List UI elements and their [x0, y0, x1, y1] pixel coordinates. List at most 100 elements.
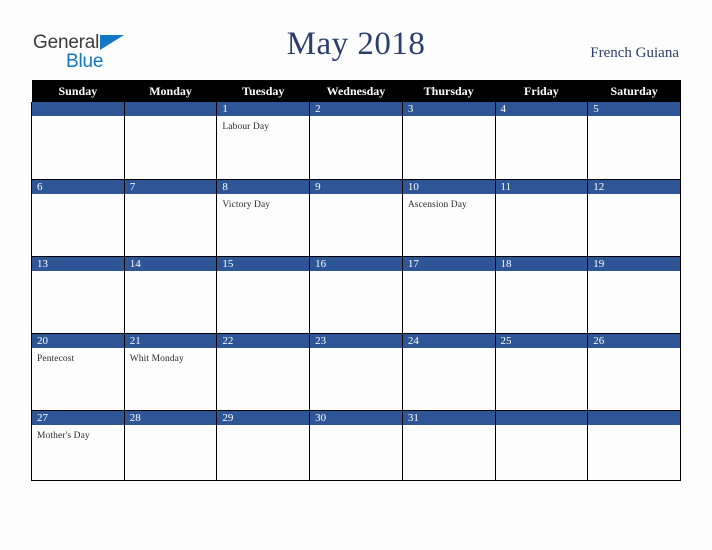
day-number: 20 [32, 333, 124, 348]
holiday-label: Ascension Day [407, 199, 467, 210]
calendar-day-cell[interactable]: 27 Mother's Day [31, 410, 125, 481]
weekday-header-monday: Monday [124, 80, 217, 102]
day-number: 14 [124, 256, 217, 271]
weekday-header-sunday: Sunday [31, 80, 125, 102]
day-cell-inner: 26 [588, 333, 680, 410]
day-cell-inner: 27 Mother's Day [32, 410, 124, 480]
day-cell-inner: 10 Ascension Day [402, 179, 495, 256]
day-number [588, 410, 680, 425]
calendar-day-cell[interactable]: 23 [309, 333, 403, 411]
day-number: 4 [495, 102, 588, 116]
calendar-day-cell[interactable]: 17 [401, 256, 496, 334]
calendar-day-cell[interactable]: 15 [216, 256, 311, 334]
day-cell-inner [588, 410, 680, 480]
calendar-day-cell[interactable]: 11 [494, 179, 589, 257]
calendar-day-cell[interactable]: 9 [309, 179, 403, 257]
calendar-day-cell[interactable]: 5 [587, 102, 681, 180]
holiday-label: Labour Day [222, 122, 270, 132]
calendar-day-cell[interactable]: 20 Pentecost [31, 333, 125, 411]
day-number: 13 [32, 256, 124, 271]
calendar-day-cell[interactable]: 22 [216, 333, 311, 411]
calendar-day-cell[interactable]: 26 [587, 333, 681, 411]
page-header: General Blue May 2018 French Guiana [0, 0, 712, 80]
calendar-day-cell[interactable]: 24 [401, 333, 496, 411]
calendar-day-cell[interactable]: 7 [123, 179, 218, 257]
day-number: 22 [217, 333, 310, 348]
calendar-day-cell[interactable]: 12 [587, 179, 681, 257]
day-cell-inner: 15 [217, 256, 310, 333]
calendar-empty-cell[interactable] [494, 410, 589, 481]
day-cell-inner: 2 [310, 102, 402, 179]
calendar-day-cell[interactable]: 2 [309, 102, 403, 180]
day-number: 16 [310, 256, 402, 271]
day-cell-inner: 30 [310, 410, 402, 480]
day-number [124, 102, 217, 116]
day-number: 27 [32, 410, 124, 425]
day-cell-inner [32, 102, 124, 179]
calendar-day-cell[interactable]: 16 [309, 256, 403, 334]
day-number: 18 [495, 256, 588, 271]
day-cell-inner: 24 [402, 333, 495, 410]
calendar-day-cell[interactable]: 10 Ascension Day [401, 179, 496, 257]
calendar-table: Sunday Monday Tuesday Wednesday Thursday Frid… [31, 80, 681, 481]
day-number: 2 [310, 102, 402, 116]
day-cell-inner: 31 [402, 410, 495, 480]
day-cell-inner: 25 [495, 333, 588, 410]
day-cell-inner: 11 [495, 179, 588, 256]
day-cell-inner: 4 [495, 102, 588, 179]
day-cell-inner: 20 Pentecost [32, 333, 124, 410]
day-cell-inner: 29 [217, 410, 310, 480]
holiday-label: Pentecost [37, 353, 75, 364]
day-number: 24 [402, 333, 495, 348]
day-number: 23 [310, 333, 402, 348]
day-number: 12 [588, 179, 680, 194]
weekday-header-saturday: Saturday [587, 80, 681, 102]
calendar-day-cell[interactable]: 30 [309, 410, 403, 481]
locale-label: French Guiana [590, 45, 679, 61]
calendar-day-cell[interactable]: 4 [494, 102, 589, 180]
calendar-empty-cell[interactable] [587, 410, 681, 481]
calendar-day-cell[interactable]: 19 [587, 256, 681, 334]
day-number: 3 [402, 102, 495, 116]
calendar-day-cell[interactable]: 28 [123, 410, 218, 481]
day-cell-inner: 5 [588, 102, 680, 179]
day-cell-inner: 12 [588, 179, 680, 256]
weekday-header-friday: Friday [495, 80, 588, 102]
calendar-day-cell[interactable]: 29 [216, 410, 311, 481]
day-cell-inner [124, 102, 217, 179]
day-number: 30 [310, 410, 402, 425]
holiday-label: Mother's Day [37, 430, 90, 441]
calendar-empty-cell[interactable] [31, 102, 125, 180]
calendar-day-cell[interactable]: 18 [494, 256, 589, 334]
day-cell-inner: 21 Whit Monday [124, 333, 217, 410]
day-number [495, 410, 588, 425]
day-number: 26 [588, 333, 680, 348]
calendar-day-cell[interactable]: 21 Whit Monday [123, 333, 218, 411]
day-cell-inner: 22 [217, 333, 310, 410]
day-number: 25 [495, 333, 588, 348]
day-number: 29 [217, 410, 310, 425]
calendar-day-cell[interactable]: 14 [123, 256, 218, 334]
weekday-header-tuesday: Tuesday [216, 80, 310, 102]
calendar-week-row: 6 7 8 Victory Day 9 10 Ascension Day 11 12 [31, 179, 681, 257]
calendar-day-cell[interactable]: 13 [31, 256, 125, 334]
day-number: 9 [310, 179, 402, 194]
calendar-day-cell[interactable]: 31 [401, 410, 496, 481]
calendar-day-cell[interactable]: 6 [31, 179, 125, 257]
calendar-day-cell[interactable]: 8 Victory Day [216, 179, 311, 257]
day-cell-inner: 28 [124, 410, 217, 480]
calendar-day-cell[interactable]: 1 Labour Day [216, 102, 311, 180]
holiday-label: Whit Monday [129, 353, 184, 364]
weekday-header-thursday: Thursday [402, 80, 496, 102]
day-number: 1 [217, 102, 310, 116]
calendar-day-cell[interactable]: 3 [401, 102, 496, 180]
day-number: 7 [124, 179, 217, 194]
day-number: 10 [402, 179, 495, 194]
calendar-empty-cell[interactable] [123, 102, 218, 180]
day-cell-inner: 14 [124, 256, 217, 333]
calendar-day-cell[interactable]: 25 [494, 333, 589, 411]
calendar-week-row: 20 Pentecost 21 Whit Monday 22 23 24 25 26 [31, 333, 681, 411]
day-number: 11 [495, 179, 588, 194]
calendar-week-row: 27 Mother's Day 28 29 30 31 [31, 410, 681, 481]
day-cell-inner: 16 [310, 256, 402, 333]
